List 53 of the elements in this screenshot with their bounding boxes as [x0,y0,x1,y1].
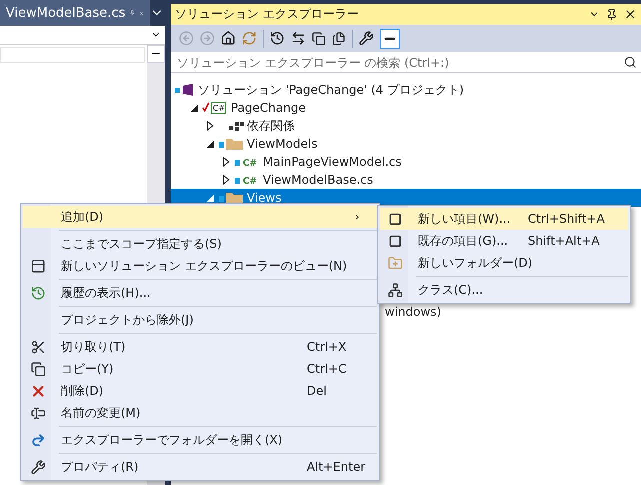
copy-icon [30,362,46,376]
new-item-icon [388,212,402,226]
search-field[interactable]: ソリューション エクスプローラー の検索 (Ctrl+:) [171,53,641,73]
window-icon [30,258,46,274]
menu-item[interactable]: 新しい項目(W)... Ctrl+Shift+A [380,208,628,230]
menu-item[interactable]: エクスプローラーでフォルダーを開く(X) [23,429,377,451]
menu-item[interactable]: プロジェクトから除外(J) [23,309,377,331]
redo-arrow-icon [30,432,46,448]
expanded-arrow-icon[interactable] [207,139,215,149]
expanded-arrow-icon[interactable] [191,103,199,113]
tree-item[interactable]: C# PageChange [171,99,641,117]
new-folder-icon [388,256,402,270]
obscured-text: windows) [385,305,442,319]
files-icon[interactable] [332,32,346,46]
rename-icon [30,406,46,420]
collapse-icon[interactable] [312,32,326,46]
home-icon[interactable] [221,31,236,46]
tree-item[interactable]: 依存関係 [171,117,641,135]
wrench-icon [30,460,46,474]
tree-item[interactable]: ViewModels [171,135,641,153]
tree-item[interactable]: C# MainPageViewModel.cs [171,153,641,171]
menu-item[interactable]: 新しいソリューション エクスプローラーのビュー(N) [23,255,377,277]
menu-item[interactable]: 追加(D) › [23,206,377,228]
class-icon [388,282,402,298]
menu-item[interactable]: コピー(Y) Ctrl+C [23,358,377,380]
panel-title-bar: ソリューション エクスプローラー [171,4,641,25]
wrench-icon[interactable] [359,31,374,46]
preview-button[interactable] [380,28,400,48]
solution-icon [175,83,195,97]
menu-item[interactable]: ここまでスコープ指定する(S) [23,233,377,255]
menu-item[interactable]: 名前の変更(M) [23,402,377,424]
menu-item[interactable]: 既存の項目(G)... Shift+Alt+A [380,230,628,252]
search-icon[interactable] [624,56,637,69]
scissors-icon [30,340,46,354]
history-icon [30,286,46,300]
menu-item[interactable]: 履歴の表示(H)... [23,282,377,304]
dependencies-icon [229,122,244,130]
menu-item[interactable]: プロパティ(R) Alt+Enter [23,456,377,478]
menu-item[interactable]: 切り取り(T) Ctrl+X [23,336,377,358]
splitter-icon[interactable] [147,45,165,63]
menu-item[interactable]: 新しいフォルダー(D) [380,252,628,274]
pin-icon[interactable] [606,8,618,20]
menu-item[interactable]: 削除(D) Del [23,380,377,402]
collapsed-arrow-icon[interactable] [207,121,215,131]
menu-item[interactable]: クラス(C)... [380,279,628,301]
close-icon[interactable] [624,8,637,21]
add-item-icon [388,234,402,248]
folder-icon [218,191,244,205]
tree-item[interactable]: C# ViewModelBase.cs [171,171,641,189]
switch-arrows-icon[interactable] [291,31,306,46]
folder-icon [218,137,244,151]
tree-item[interactable]: ソリューション 'PageChange' (4 プロジェクト) [171,81,641,99]
history-icon[interactable] [270,31,285,46]
